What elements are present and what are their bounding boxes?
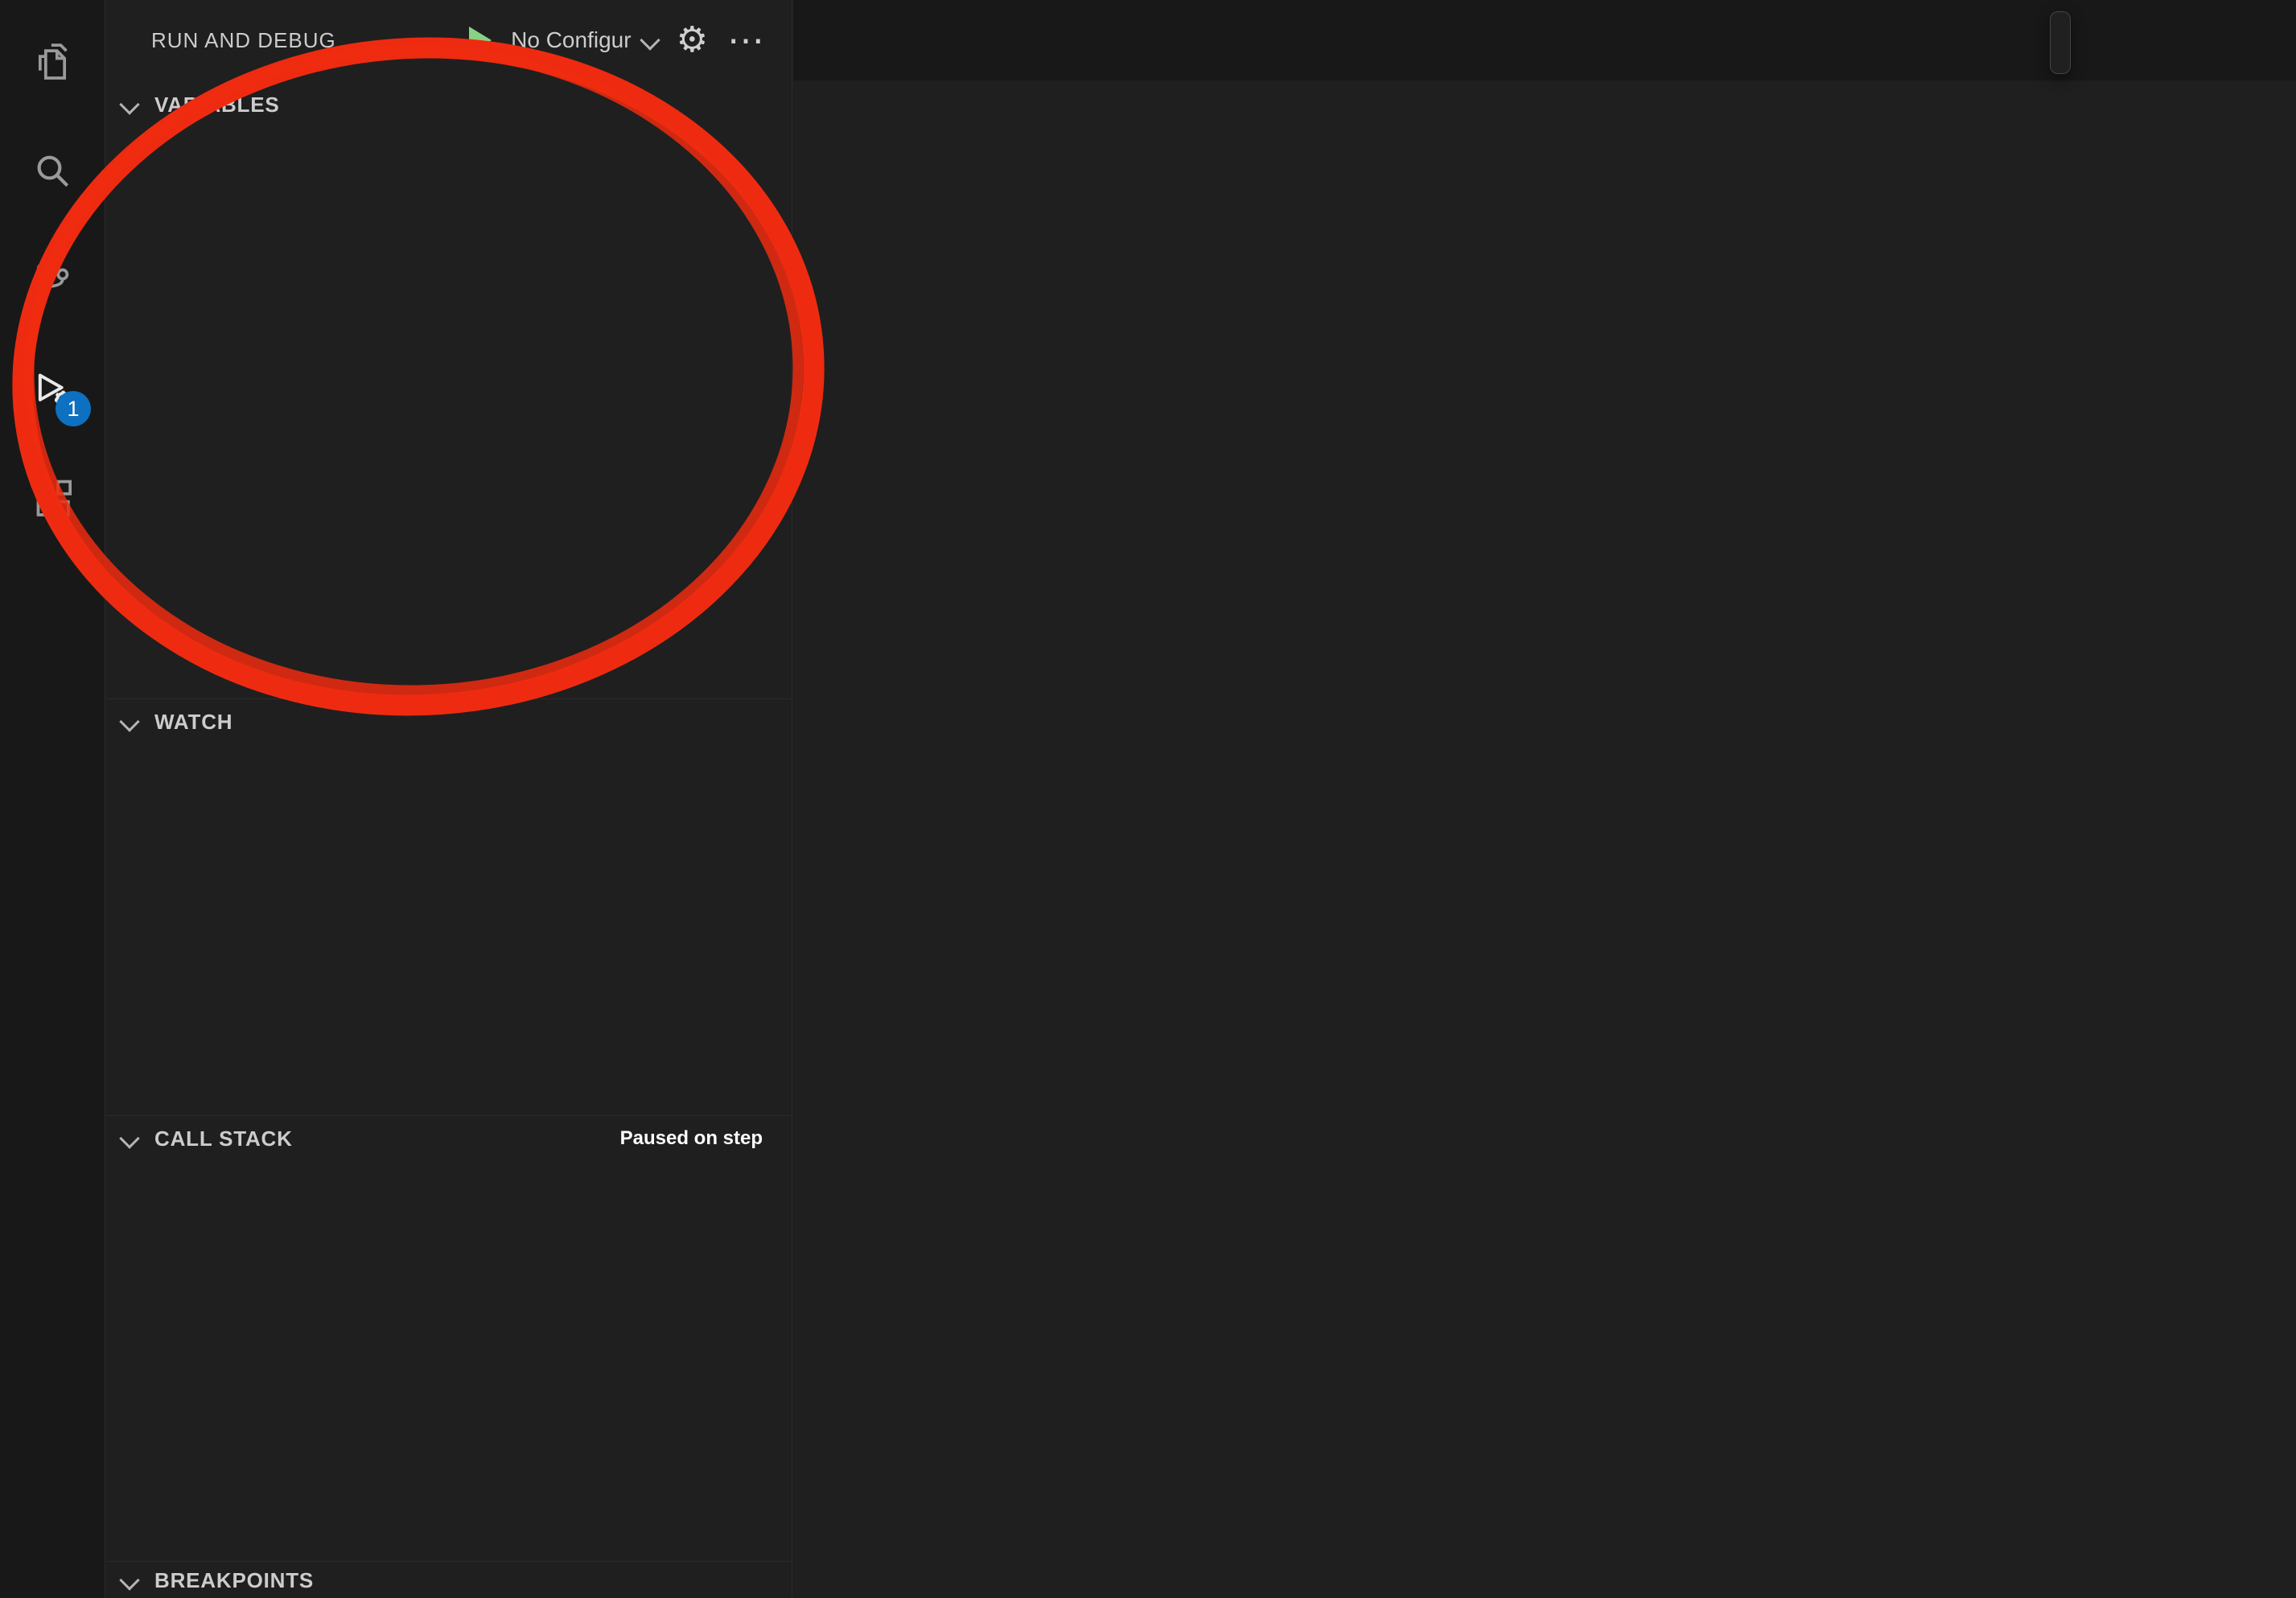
activity-explorer[interactable]: [14, 23, 91, 100]
more-actions-icon[interactable]: ⋯: [727, 31, 764, 50]
extensions-icon: [30, 476, 75, 521]
source-control-icon: [30, 257, 75, 303]
code-editor[interactable]: [793, 132, 2296, 1598]
debug-count-badge: 1: [56, 391, 91, 426]
explorer-icon: [30, 39, 75, 84]
watch-section-title: WATCH: [154, 710, 232, 735]
watch-section-header[interactable]: WATCH: [106, 698, 792, 744]
activity-run-and-debug[interactable]: 1: [14, 351, 91, 428]
panel-controls: No Configur ⚙ ⋯: [469, 23, 764, 58]
gear-icon[interactable]: ⚙: [677, 23, 708, 58]
breadcrumb: [793, 80, 2296, 132]
chevron-down-icon: [119, 94, 139, 114]
chevron-down-icon: [640, 30, 660, 50]
chevron-down-icon: [119, 1128, 139, 1148]
panel-header: RUN AND DEBUG No Configur ⚙ ⋯: [106, 0, 792, 80]
breakpoints-section-title: BREAKPOINTS: [154, 1568, 314, 1593]
activity-source-control[interactable]: [14, 241, 91, 319]
chevron-down-icon: [119, 711, 139, 731]
panel-title: RUN AND DEBUG: [151, 28, 336, 53]
run-and-debug-panel: RUN AND DEBUG No Configur ⚙ ⋯ VARIABLES …: [106, 0, 792, 1598]
vscode-window: 1 RUN AND DEBUG No Configur ⚙ ⋯ VARIABLE…: [0, 0, 2296, 1598]
call-stack-section-header[interactable]: CALL STACK Paused on step: [106, 1115, 792, 1161]
activity-bar-top: 1: [0, 6, 105, 554]
editor-group: [793, 0, 2296, 1598]
debug-toolbar: [2050, 11, 2071, 74]
activity-search[interactable]: [14, 132, 91, 209]
variables-section-title: VARIABLES: [154, 93, 280, 117]
activity-extensions[interactable]: [14, 460, 91, 537]
breakpoints-section-header[interactable]: BREAKPOINTS: [106, 1561, 792, 1598]
chevron-down-icon: [119, 1570, 139, 1590]
start-debugging-icon[interactable]: [469, 27, 492, 54]
debug-config-label: No Configur: [511, 27, 631, 53]
activity-bar: 1: [0, 0, 105, 1598]
paused-status-badge: Paused on step: [620, 1127, 763, 1150]
search-icon: [30, 148, 75, 193]
debug-config-dropdown[interactable]: No Configur: [511, 27, 656, 53]
call-stack-section-title: CALL STACK: [154, 1126, 293, 1151]
variables-section-header[interactable]: VARIABLES: [106, 82, 792, 127]
